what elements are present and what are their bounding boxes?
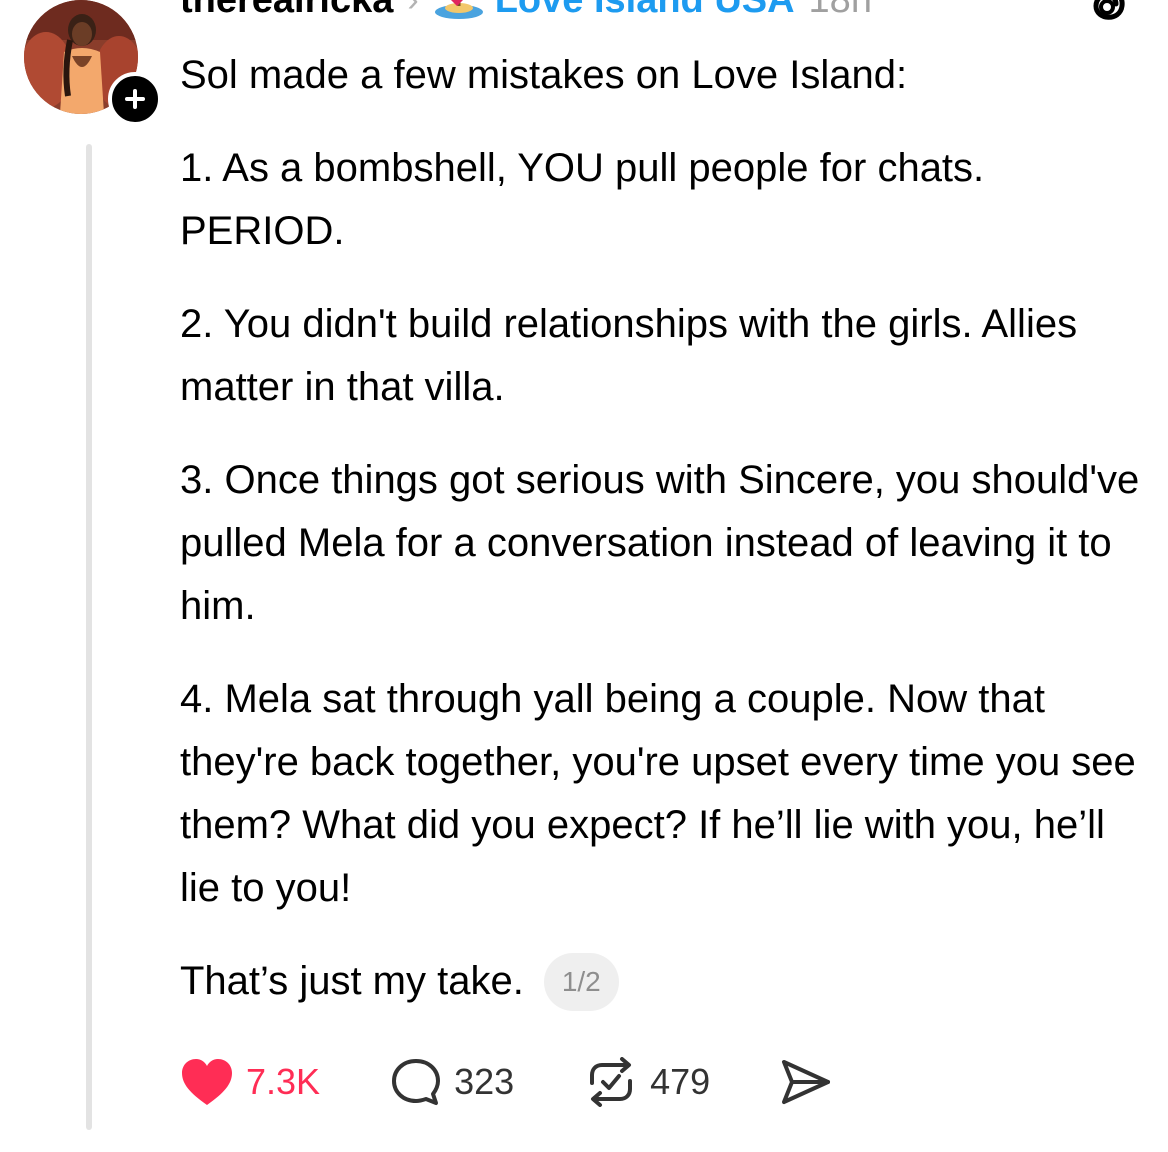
- post-timestamp: 18h: [809, 0, 872, 22]
- post-point: 4. Mela sat through yall being a couple.…: [180, 677, 1136, 910]
- post-closing-row: That’s just my take. 1/2: [180, 950, 1140, 1013]
- thread-connector-line: [86, 144, 92, 1130]
- post-closing: That’s just my take.: [180, 959, 524, 1003]
- repost-count: 479: [650, 1061, 711, 1102]
- like-button[interactable]: 7.3K: [180, 1057, 320, 1107]
- username-link[interactable]: therealricka: [180, 0, 393, 22]
- repost-icon: [590, 1057, 633, 1107]
- page-indicator-badge: 1/2: [543, 952, 619, 1011]
- follow-button[interactable]: [108, 72, 162, 126]
- post-point: 3. Once things got serious with Sincere,…: [180, 458, 1140, 628]
- reply-button[interactable]: 323: [390, 1057, 514, 1107]
- post-intro: Sol made a few mistakes on Love Island:: [180, 53, 908, 97]
- community-name: Love Island USA: [495, 0, 795, 22]
- chevron-right-icon: ›: [407, 0, 418, 20]
- like-count: 7.3K: [246, 1061, 321, 1102]
- repost-button[interactable]: 479: [584, 1057, 710, 1107]
- threads-logo-icon[interactable]: [1080, 0, 1132, 32]
- post-actions: 7.3K 323 479: [180, 1054, 902, 1110]
- post-point: 2. You didn't build relationships with t…: [180, 302, 1078, 409]
- share-button[interactable]: [780, 1058, 832, 1106]
- post-body: Sol made a few mistakes on Love Island: …: [180, 44, 1140, 1013]
- post-point: 1. As a bombshell, YOU pull people for c…: [180, 146, 985, 253]
- comment-bubble-icon: [392, 1059, 441, 1105]
- plus-icon: [125, 89, 145, 109]
- reply-count: 323: [454, 1061, 515, 1102]
- community-link[interactable]: Love Island USA: [433, 0, 795, 22]
- send-icon: [782, 1060, 831, 1104]
- love-island-emoji-icon: [434, 0, 483, 19]
- post-header: therealricka › Love Island USA 18h: [180, 0, 872, 28]
- heart-filled-icon: [182, 1059, 232, 1105]
